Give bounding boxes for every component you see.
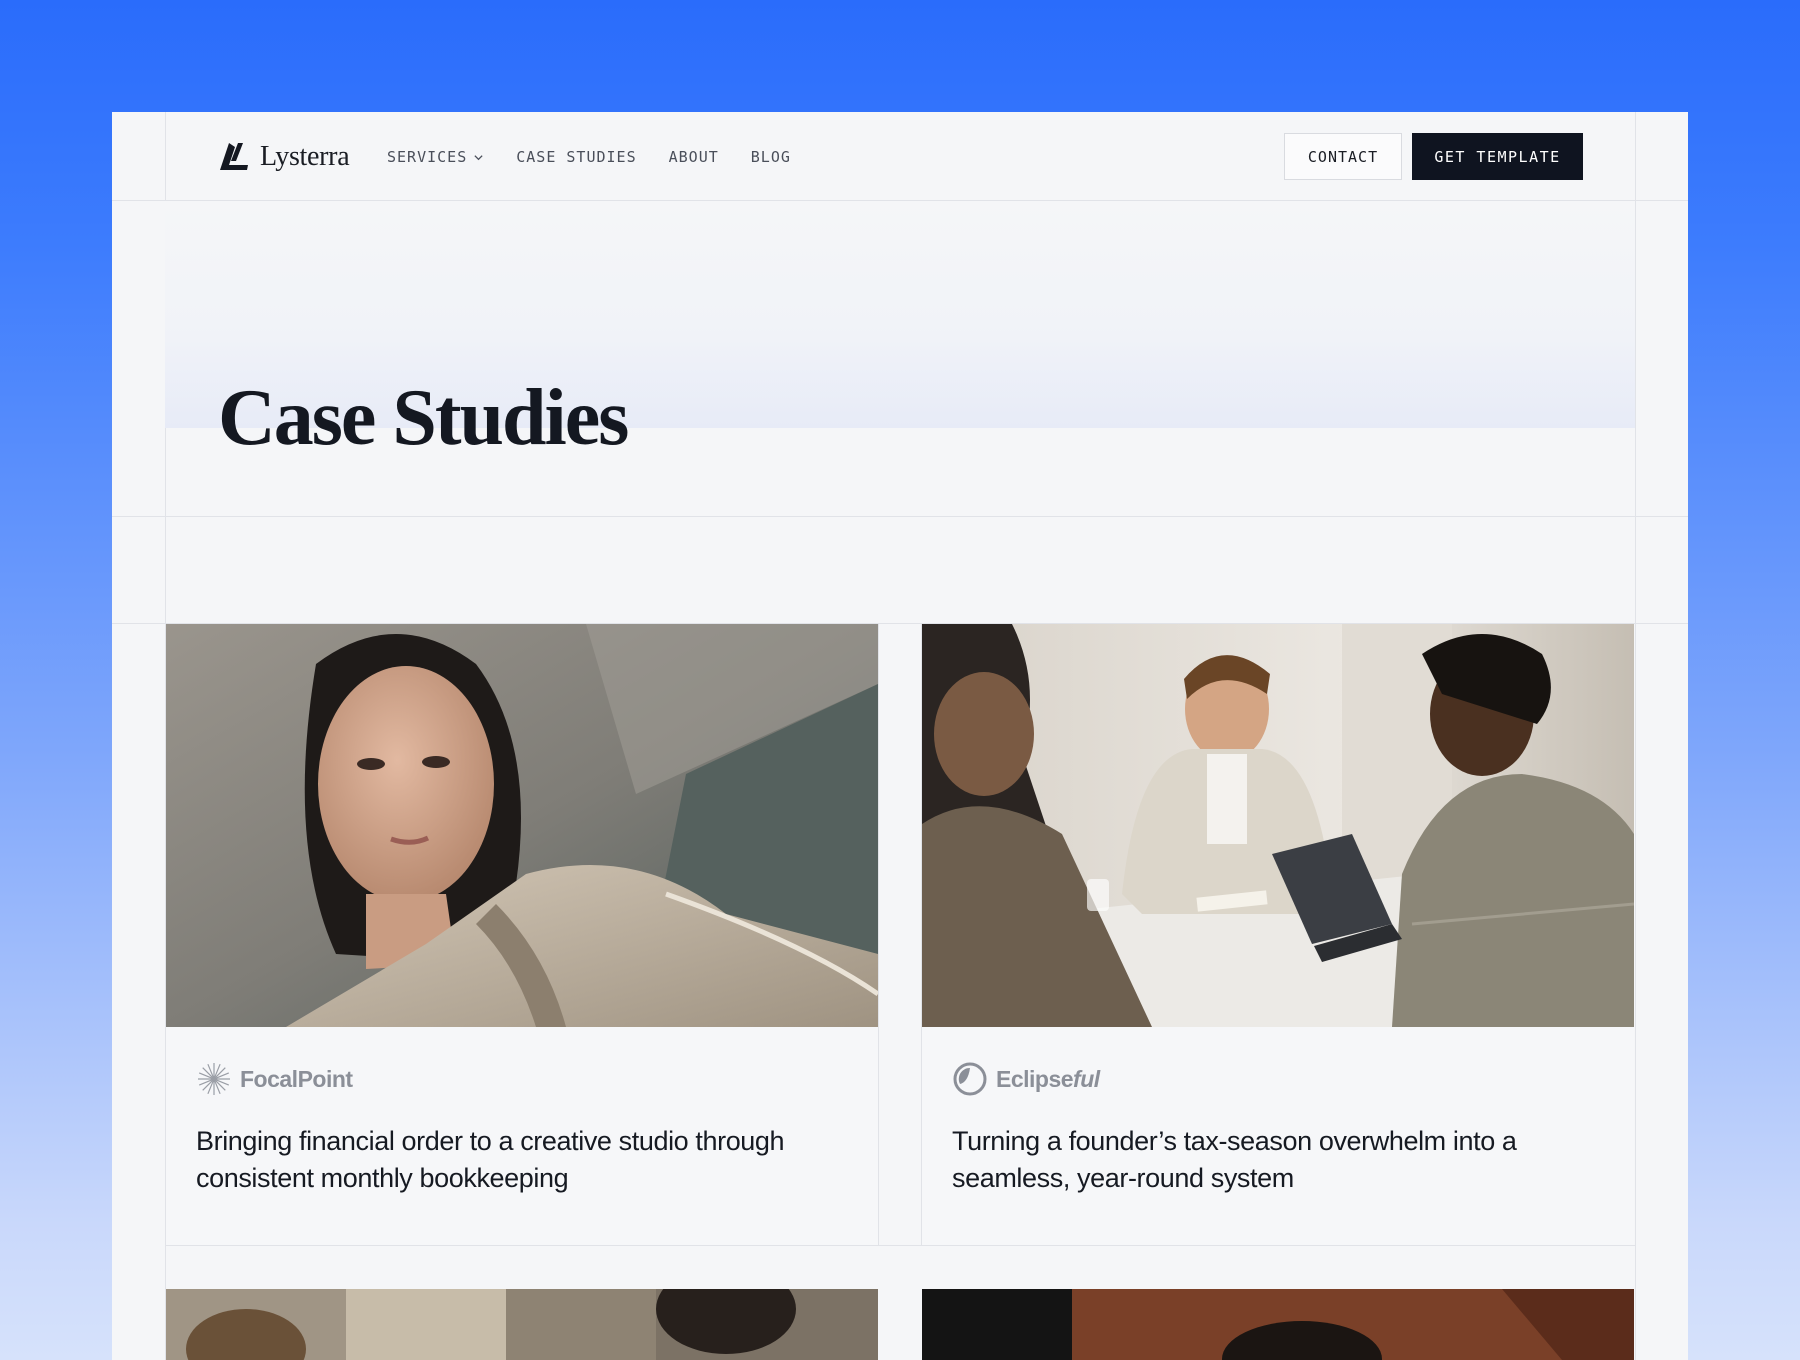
brand-name-suffix: ful (1073, 1065, 1100, 1092)
hero-divider (112, 516, 1688, 517)
brand-name-main: Eclipse (996, 1065, 1074, 1092)
case-study-card[interactable]: Eclipseful Turning a founder’s tax-seaso… (922, 624, 1634, 1245)
eclipse-icon (953, 1062, 987, 1096)
case-study-card[interactable] (166, 1289, 878, 1360)
case-study-image (166, 1289, 878, 1360)
frame-line-right (1635, 112, 1636, 1360)
case-study-image (166, 624, 878, 1027)
logo-text: Lysterra (260, 141, 350, 172)
case-study-image (922, 624, 1634, 1027)
brand-name: FocalPoint (240, 1065, 353, 1092)
nav-item-services[interactable]: SERVICES (387, 148, 484, 166)
nav-item-case-studies[interactable]: CASE STUDIES (516, 148, 636, 166)
brand-logo: Eclipseful (952, 1061, 1100, 1097)
nav-item-label: BLOG (750, 148, 791, 166)
contact-button[interactable]: CONTACT (1284, 133, 1402, 180)
meeting-photo (922, 624, 1634, 1027)
get-template-button[interactable]: GET TEMPLATE (1412, 133, 1583, 180)
sunburst-icon (198, 1063, 230, 1095)
case-study-title: Bringing financial order to a creative s… (196, 1126, 785, 1193)
browser-window: Lysterra SERVICES CASE STUDIES ABOUT BLO… (112, 112, 1688, 1360)
brand-logo: FocalPoint (196, 1061, 353, 1097)
site-header: Lysterra SERVICES CASE STUDIES ABOUT BLO… (112, 112, 1688, 200)
case-study-image (922, 1289, 1634, 1360)
case-study-body: Eclipseful Turning a founder’s tax-seaso… (922, 1027, 1634, 1245)
lysterra-logo-icon (220, 143, 248, 170)
case-study-body: FocalPoint Bringing financial order to a… (166, 1027, 878, 1245)
nav-item-label: CASE STUDIES (516, 148, 637, 166)
nav-item-blog[interactable]: BLOG (751, 148, 791, 166)
nav-item-about[interactable]: ABOUT (669, 148, 719, 166)
case-study-title: Turning a founder’s tax-season overwhelm… (952, 1126, 1517, 1193)
case-study-card[interactable] (922, 1289, 1634, 1360)
brand-name: Eclipseful (996, 1066, 1100, 1093)
nav-item-label: SERVICES (387, 148, 468, 166)
page-title: Case Studies (218, 374, 629, 462)
case-study-card[interactable]: FocalPoint Bringing financial order to a… (166, 624, 878, 1245)
portrait-photo (166, 624, 878, 1027)
main-nav: SERVICES CASE STUDIES ABOUT BLOG (387, 148, 791, 166)
chevron-down-icon (474, 154, 483, 160)
column-gutter (878, 624, 922, 1245)
nav-item-label: ABOUT (668, 148, 719, 166)
logo[interactable]: Lysterra (218, 141, 350, 173)
row-divider (165, 1245, 1635, 1246)
